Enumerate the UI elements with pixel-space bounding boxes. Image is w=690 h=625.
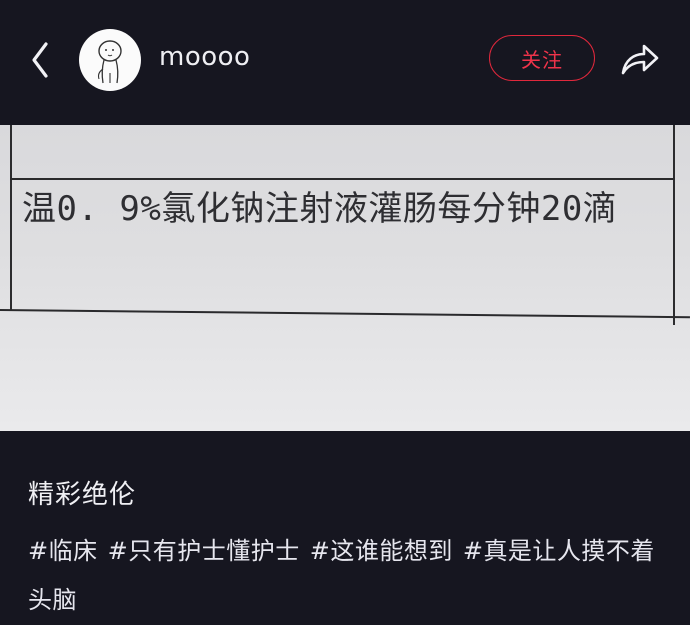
- post-title: 精彩绝伦: [28, 480, 137, 510]
- top-bar: moooo 关注: [0, 0, 690, 125]
- tag-clinical[interactable]: #临床: [28, 537, 98, 565]
- avatar[interactable]: [79, 29, 141, 91]
- post-image[interactable]: 温0. 9%氯化钠注射液灌肠每分钟20滴: [0, 125, 690, 431]
- tag-unexpected[interactable]: #这谁能想到: [310, 537, 453, 565]
- share-arrow-icon: [621, 44, 659, 75]
- table-border-left: [10, 125, 12, 311]
- share-button[interactable]: [618, 40, 662, 78]
- table-bottom-border: [0, 309, 690, 319]
- photo-text: 温0. 9%氯化钠注射液灌肠每分钟20滴: [22, 189, 618, 229]
- chevron-left-icon: [32, 42, 48, 78]
- doodle-avatar-icon: [97, 40, 122, 84]
- back-button[interactable]: [22, 38, 62, 82]
- follow-button[interactable]: 关注: [489, 35, 595, 81]
- table-border-right: [673, 125, 675, 325]
- username[interactable]: moooo: [159, 42, 250, 72]
- table-row-divider: [10, 178, 675, 180]
- tag-list: #临床 #只有护士懂护士 #这谁能想到 #真是让人摸不着头脑: [28, 527, 668, 625]
- tag-nurses[interactable]: #只有护士懂护士: [108, 537, 300, 565]
